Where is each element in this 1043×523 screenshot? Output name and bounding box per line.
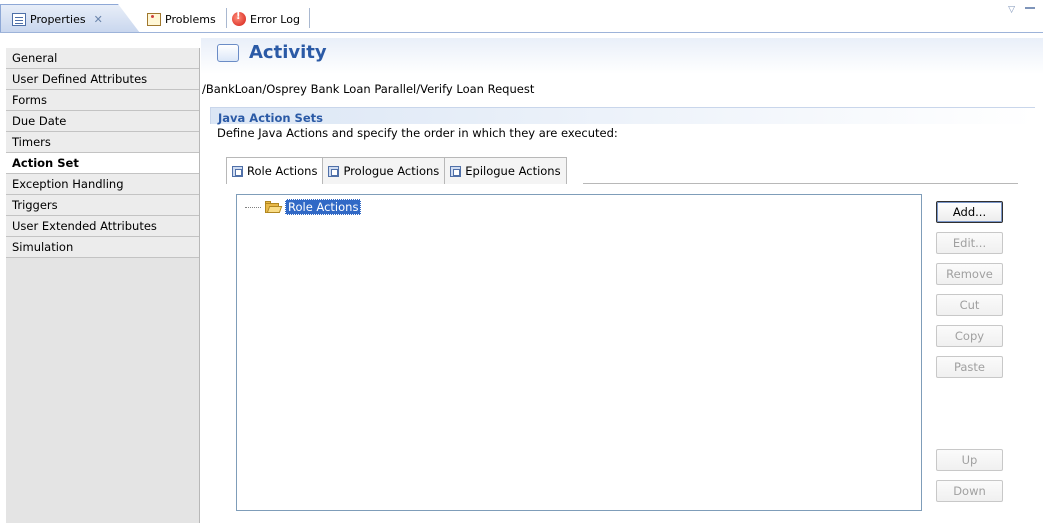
header-background [201,38,1043,74]
remove-button[interactable]: Remove [936,263,1003,285]
action-set-icon [232,165,243,177]
properties-icon [12,12,26,26]
tab-role-actions[interactable]: Role Actions [226,157,324,184]
sidebar-item-user-defined-attributes[interactable]: User Defined Attributes [6,69,199,90]
tree-connector [245,207,261,208]
tab-error-log-label: Error Log [250,12,300,26]
cut-button[interactable]: Cut [936,294,1003,316]
sidebar-item-due-date[interactable]: Due Date [6,111,199,132]
sidebar-item-action-set[interactable]: Action Set [6,153,199,174]
action-set-icon [450,165,462,177]
down-button[interactable]: Down [936,480,1003,502]
tree-node-role-actions[interactable]: Role Actions [285,199,362,215]
tab-separator [226,8,227,28]
tab-problems[interactable]: Problems [147,8,216,30]
close-icon[interactable]: ✕ [94,13,103,26]
tab-properties-label: Properties [30,12,86,26]
tab-prologue-actions[interactable]: Prologue Actions [323,157,446,184]
add-button[interactable]: Add... [936,201,1003,223]
page-title: Activity [249,42,327,63]
edit-button[interactable]: Edit... [936,232,1003,254]
sidebar-item-triggers[interactable]: Triggers [6,195,199,216]
category-list-empty-area [6,269,199,523]
tab-role-actions-label: Role Actions [247,164,318,178]
sidebar-item-user-extended-attributes[interactable]: User Extended Attributes [6,216,199,237]
minimize-icon[interactable] [1025,3,1035,9]
sidebar-item-forms[interactable]: Forms [6,90,199,111]
error-log-icon [232,11,246,26]
tab-bar-divider [0,32,1043,33]
copy-button[interactable]: Copy [936,325,1003,347]
tab-properties[interactable]: Properties ✕ [12,8,103,30]
tab-epilogue-actions[interactable]: Epilogue Actions [445,157,567,184]
action-set-icon [328,165,340,177]
up-button[interactable]: Up [936,449,1003,471]
section-description: Define Java Actions and specify the orde… [217,126,618,140]
tab-error-log[interactable]: Error Log [232,8,300,30]
tab-divider [583,183,1018,184]
breadcrumb: /BankLoan/Osprey Bank Loan Parallel/Veri… [202,82,535,96]
tab-separator [309,8,310,28]
action-tabs: Role Actions Prologue Actions Epilogue A… [226,157,567,184]
view-tab-bar: Properties ✕ Problems Error Log ▽ [0,0,1043,33]
section-title: Java Action Sets [218,111,323,125]
problems-icon [147,12,161,26]
activity-icon [217,44,239,62]
action-tree[interactable]: Role Actions [236,194,922,511]
view-menu-icon[interactable]: ▽ [1008,5,1015,15]
tab-prologue-actions-label: Prologue Actions [343,164,440,178]
category-list: General User Defined Attributes Forms Du… [6,48,200,523]
sidebar-item-exception-handling[interactable]: Exception Handling [6,174,199,195]
sidebar-item-general[interactable]: General [6,48,199,69]
sidebar-item-timers[interactable]: Timers [6,132,199,153]
sidebar-item-simulation[interactable]: Simulation [6,237,199,258]
tab-epilogue-actions-label: Epilogue Actions [465,164,561,178]
open-folder-icon [265,201,283,213]
tab-problems-label: Problems [165,12,216,26]
page-header: Activity /BankLoan/Osprey Bank Loan Para… [201,38,1043,100]
paste-button[interactable]: Paste [936,356,1003,378]
section-header: Java Action Sets [210,107,1035,125]
